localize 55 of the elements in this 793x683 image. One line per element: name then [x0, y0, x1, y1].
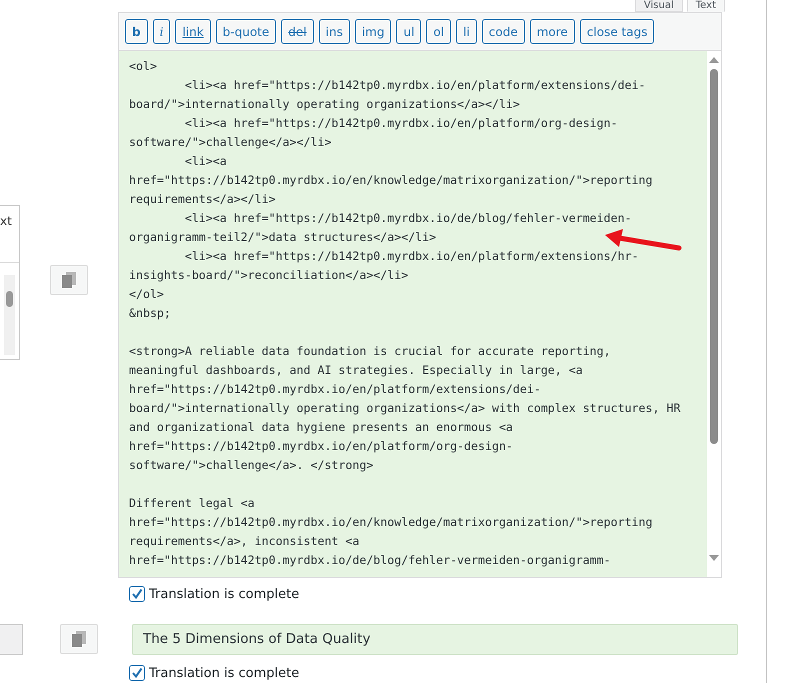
side-textarea-fragment[interactable]: xt [0, 205, 20, 360]
code-line: <li><a href="https://b142tp0.myrdbx.io/en/platform/extensions/dei- [184, 77, 646, 94]
code-line: board/">internationally operating organizations</a> with complex structures, HR [129, 400, 680, 417]
code-line: <li><a href="https://b142tp0.myrdbx.io/en/platform/org-design- [184, 115, 618, 132]
copy-button[interactable] [60, 624, 98, 654]
format-button[interactable]: ul [396, 19, 422, 44]
format-button[interactable]: code [482, 19, 525, 44]
editor-tab[interactable]: Visual [634, 0, 683, 12]
scrollbar[interactable] [4, 275, 15, 355]
checkbox-label: Translation is complete [149, 586, 300, 602]
scrollbar[interactable] [707, 51, 721, 577]
code-editor[interactable] [118, 50, 722, 578]
code-line: href="https://b142tp0.myrdbx.io/en/knowledge/matrixorganization/">reporting [129, 514, 653, 531]
format-button[interactable]: b [125, 19, 148, 44]
code-line: <ol> [129, 58, 157, 75]
checkbox[interactable] [129, 665, 145, 681]
side-tab-label: xt [0, 206, 19, 263]
checkbox-label: Translation is complete [149, 666, 300, 680]
format-button[interactable]: i [152, 19, 170, 44]
code-line: Different legal <a [129, 495, 255, 512]
format-button[interactable]: del [281, 19, 314, 44]
format-button[interactable]: more [530, 19, 575, 44]
code-line: meaningful dashboards, and AI strategies. Especially in large, <a [129, 362, 583, 379]
code-line: href="https://b142tp0.myrdbx.io/en/knowledge/matrixorganization/">reporting [129, 172, 653, 189]
format-button[interactable]: ol [426, 19, 452, 44]
format-button[interactable]: img [354, 19, 392, 44]
code-line: &nbsp; [129, 305, 171, 322]
code-line: <li><a [184, 153, 227, 170]
format-button[interactable]: b-quote [216, 19, 276, 44]
code-line: insights-board/">reconciliation</a></li> [129, 267, 408, 284]
code-line: href="https://b142tp0.myrdbx.io/en/platform/org-design- [129, 438, 513, 455]
copy-icon [62, 272, 76, 288]
code-line: <li><a href="https://b142tp0.myrdbx.io/en/platform/extensions/hr- [184, 248, 639, 265]
code-line: board/">internationally operating organizations</a></li> [129, 96, 520, 113]
code-line: </ol> [129, 286, 164, 303]
title-field[interactable]: The 5 Dimensions of Data Quality [132, 624, 738, 655]
copy-button[interactable] [50, 265, 88, 295]
code-line: href="https://b142tp0.myrdbx.io/de/blog/fehler-vermeiden-organigramm- [129, 552, 611, 569]
code-line: organigramm-teil2/">data structures</a></li> [129, 229, 436, 246]
format-button[interactable]: li [456, 19, 477, 44]
code-line: requirements</a></li> [129, 191, 276, 208]
code-line: software/">challenge</a>. </strong> [129, 457, 374, 474]
copy-icon [72, 631, 86, 647]
code-line: <strong>A reliable data foundation is crucial for accurate reporting, [129, 343, 611, 360]
format-button[interactable]: link [175, 19, 211, 44]
code-line: requirements</a>, inconsistent <a [129, 533, 360, 550]
code-line: and organizational data hygiene presents an enormous <a [129, 419, 513, 436]
code-line: <li><a href="https://b142tp0.myrdbx.io/de/blog/fehler-vermeiden- [184, 210, 632, 227]
input-field[interactable] [0, 624, 23, 655]
editor-tab[interactable]: Text [686, 0, 725, 12]
format-button[interactable]: ins [318, 19, 350, 44]
format-button[interactable]: close tags [580, 19, 654, 44]
code-line: href="https://b142tp0.myrdbx.io/en/platform/extensions/dei- [129, 381, 541, 398]
checkbox[interactable] [129, 586, 145, 602]
code-line: software/">challenge</a></li> [129, 134, 332, 151]
